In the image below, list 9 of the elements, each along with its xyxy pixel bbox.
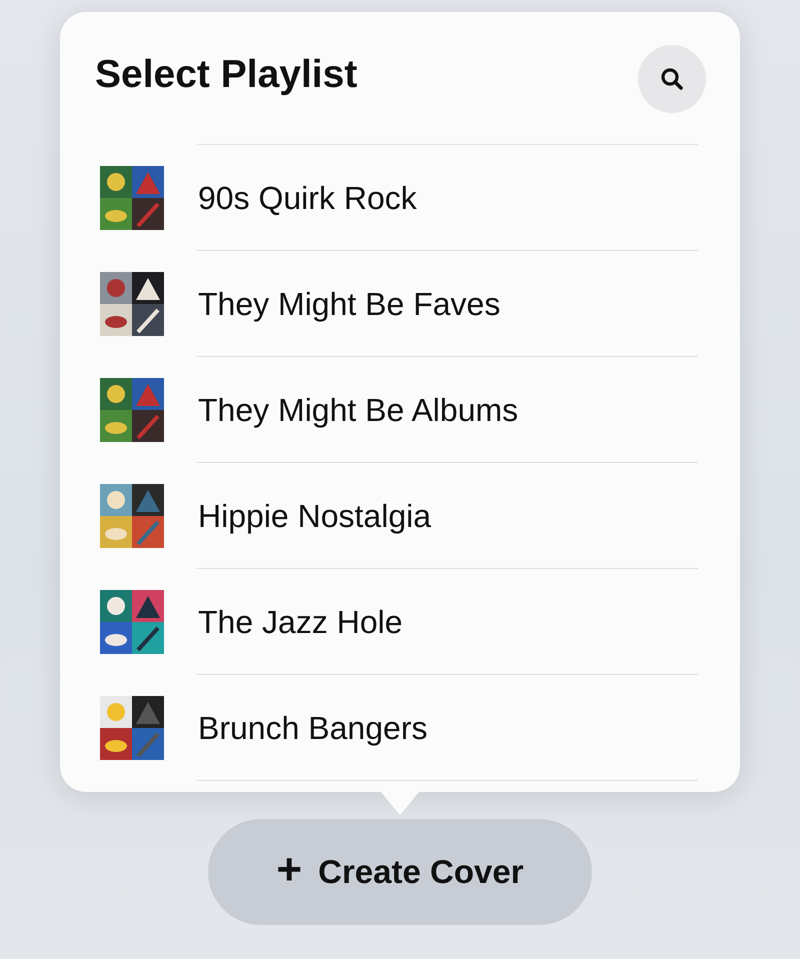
create-cover-button[interactable]: + Create Cover xyxy=(208,819,592,925)
popover-title: Select Playlist xyxy=(95,53,358,97)
playlist-item[interactable]: 90s Quirk Rock xyxy=(100,145,698,251)
playlist-item[interactable]: Brunch Bangers xyxy=(100,675,698,781)
search-icon xyxy=(659,66,685,92)
playlist-item[interactable]: The Jazz Hole xyxy=(100,569,698,675)
playlist-item[interactable]: They Might Be Albums xyxy=(100,357,698,463)
playlist-item[interactable]: They Might Be Faves xyxy=(100,251,698,357)
playlist-item[interactable]: Hippie Nostalgia xyxy=(100,463,698,569)
